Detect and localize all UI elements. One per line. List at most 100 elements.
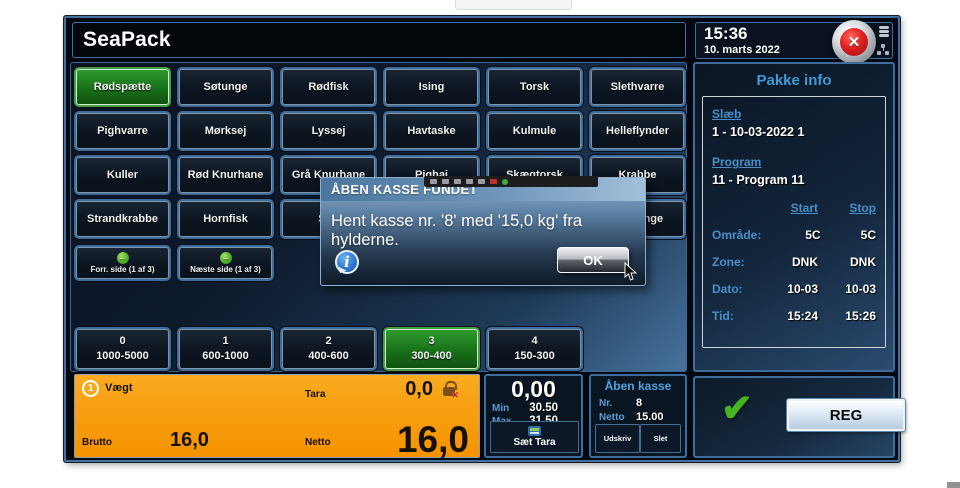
- app-title: SeaPack: [83, 28, 171, 52]
- info-glyph: i: [344, 253, 350, 271]
- grade-button-2[interactable]: 2 400-600: [282, 329, 375, 369]
- row-label: Område:: [712, 228, 761, 242]
- reg-panel: ✔ REG: [693, 376, 895, 458]
- scale-number-badge: 1: [82, 380, 99, 397]
- grade-num: 0: [119, 335, 125, 348]
- netto-label: Netto: [305, 437, 331, 448]
- pakke-info-panel: Pakke info Slæb 1 - 10-03-2022 1 Program…: [693, 62, 895, 372]
- species-button[interactable]: Rødfisk: [282, 69, 375, 105]
- species-button[interactable]: Pighvarre: [76, 113, 169, 149]
- row-start-value: DNK: [756, 255, 818, 269]
- clock-time: 15:36: [704, 24, 747, 44]
- recorder-icon: [466, 179, 473, 184]
- row-start-value: 10-03: [756, 282, 818, 296]
- pakke-info-title: Pakke info: [695, 72, 893, 89]
- recorder-icon: [478, 179, 485, 184]
- close-x-glyph: ✕: [848, 35, 861, 50]
- program-link[interactable]: Program: [712, 155, 761, 169]
- close-icon: ✕: [840, 28, 868, 56]
- mouse-cursor-icon: [624, 262, 637, 281]
- database-icon: [879, 26, 889, 38]
- grade-button-3[interactable]: 3 300-400: [385, 329, 478, 369]
- scale-icon: [528, 426, 541, 436]
- species-button[interactable]: Torsk: [488, 69, 581, 105]
- reg-button[interactable]: REG: [787, 399, 905, 431]
- grade-button-4[interactable]: 4 150-300: [488, 329, 581, 369]
- open-netto-value: 15.00: [636, 411, 664, 423]
- min-label: Min: [492, 403, 509, 414]
- vaegt-label: Vægt: [105, 382, 133, 394]
- pakke-info-box: Slæb 1 - 10-03-2022 1 Program 11 - Progr…: [702, 96, 886, 348]
- row-start-value: 15:24: [756, 309, 818, 323]
- clock-box: 15:36 10. marts 2022 ✕: [695, 22, 893, 59]
- grade-range: 300-400: [411, 350, 451, 363]
- species-button[interactable]: Ising: [385, 69, 478, 105]
- stop-header: Stop: [818, 201, 876, 215]
- check-icon: ✔: [721, 386, 753, 431]
- species-button[interactable]: Rød Knurhane: [179, 157, 272, 193]
- grade-num: 2: [325, 335, 331, 348]
- target-weight-value: 0,00: [486, 376, 581, 403]
- species-button[interactable]: Strandkrabbe: [76, 201, 169, 237]
- grade-button-1[interactable]: 1 600-1000: [179, 329, 272, 369]
- species-button[interactable]: Kulmule: [488, 113, 581, 149]
- recorder-icon: [454, 179, 461, 184]
- open-box-panel: Åben kasse Nr. 8 Netto 15.00 Udskriv Sle…: [589, 374, 687, 458]
- start-header: Start: [756, 201, 818, 215]
- target-weight-panel: 0,00 Min 30.50 Max 31.50 Sæt Tara: [484, 374, 583, 458]
- species-button[interactable]: Hornfisk: [179, 201, 272, 237]
- species-button[interactable]: Helleflynder: [591, 113, 684, 149]
- info-icon: i: [335, 250, 359, 274]
- next-page-label: Næste side (1 af 3): [190, 265, 261, 274]
- species-button[interactable]: Havtaske: [385, 113, 478, 149]
- corner-overlay-chip: [947, 482, 960, 488]
- row-stop-value: 10-03: [818, 282, 876, 296]
- slet-button[interactable]: Slet: [640, 424, 681, 453]
- species-button[interactable]: Mørksej: [179, 113, 272, 149]
- grade-range: 150-300: [514, 350, 554, 363]
- arrow-right-icon: →: [220, 252, 232, 264]
- grade-range: 600-1000: [202, 350, 249, 363]
- min-value: 30.50: [529, 402, 558, 414]
- row-label: Zone:: [712, 255, 756, 269]
- species-button[interactable]: Lyssej: [282, 113, 375, 149]
- saet-tara-button[interactable]: Sæt Tara: [490, 421, 579, 453]
- row-stop-value: DNK: [818, 255, 876, 269]
- tara-value: 0,0: [405, 378, 433, 401]
- grade-range: 400-600: [308, 350, 348, 363]
- nr-label: Nr.: [599, 398, 612, 409]
- screen-recorder-toolbar: [424, 176, 598, 187]
- slaeb-value: 1 - 10-03-2022 1: [712, 125, 876, 139]
- weight-display-panel: 1 Vægt Tara 0,0 ✕ Brutto 16,0 Netto 16,0: [74, 374, 480, 458]
- row-stop-value: 5C: [821, 228, 876, 242]
- species-button[interactable]: Slethvarre: [591, 69, 684, 105]
- slaeb-link[interactable]: Slæb: [712, 107, 741, 121]
- ok-button[interactable]: OK: [557, 247, 629, 273]
- recorder-icon: [442, 179, 449, 184]
- next-page-button[interactable]: → Næste side (1 af 3): [179, 247, 272, 279]
- row-start-value: 5C: [761, 228, 820, 242]
- zone-row: Zone: DNK DNK: [712, 255, 876, 269]
- nr-value: 8: [636, 397, 642, 409]
- brutto-value: 16,0: [170, 429, 209, 452]
- species-button[interactable]: Rødspætte: [76, 69, 169, 105]
- udskriv-button[interactable]: Udskriv: [595, 424, 640, 453]
- netto-value: 16,0: [397, 419, 469, 461]
- prev-page-button[interactable]: ← Forr. side (1 af 3): [76, 247, 169, 279]
- dialog-message: Hent kasse nr. '8' med '15,0 kg' fra hyl…: [331, 212, 641, 250]
- close-button[interactable]: ✕: [832, 20, 876, 64]
- prev-page-label: Forr. side (1 af 3): [90, 265, 154, 274]
- open-netto-label: Netto: [599, 412, 625, 423]
- omrade-row: Område: 5C 5C: [712, 228, 876, 242]
- species-button[interactable]: Søtunge: [179, 69, 272, 105]
- species-button[interactable]: Kuller: [76, 157, 169, 193]
- open-box-dialog: ÅBEN KASSE FUNDET Hent kasse nr. '8' med…: [320, 177, 646, 286]
- start-stop-header-row: Start Stop: [712, 201, 876, 215]
- network-icon: [877, 44, 890, 56]
- tid-row: Tid: 15:24 15:26: [712, 309, 876, 323]
- grade-button-0[interactable]: 0 1000-5000: [76, 329, 169, 369]
- row-stop-value: 15:26: [818, 309, 876, 323]
- open-box-title: Åben kasse: [591, 379, 685, 393]
- brutto-label: Brutto: [82, 437, 112, 448]
- program-value: 11 - Program 11: [712, 173, 876, 187]
